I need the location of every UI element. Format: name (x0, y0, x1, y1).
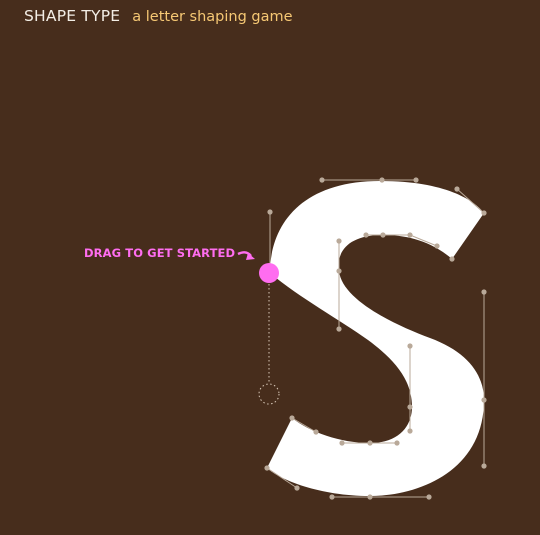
letter-canvas[interactable] (0, 0, 540, 535)
drag-target-outline (258, 383, 280, 405)
control-point[interactable] (449, 256, 455, 262)
control-point[interactable] (434, 243, 440, 249)
control-point[interactable] (336, 326, 342, 332)
control-point[interactable] (413, 177, 419, 183)
control-point[interactable] (367, 494, 373, 500)
control-point[interactable] (367, 440, 373, 446)
letter-s-shape (267, 181, 484, 496)
control-point[interactable] (264, 465, 270, 471)
control-point[interactable] (407, 343, 413, 349)
control-point[interactable] (407, 404, 413, 410)
control-point[interactable] (407, 232, 413, 238)
control-point[interactable] (313, 429, 319, 435)
control-point[interactable] (339, 440, 345, 446)
control-point[interactable] (426, 494, 432, 500)
control-point[interactable] (481, 463, 487, 469)
drag-hint-text: DRAG TO GET STARTED (84, 246, 236, 260)
active-drag-handle[interactable] (259, 263, 279, 283)
control-point[interactable] (454, 186, 460, 192)
control-point[interactable] (329, 494, 335, 500)
control-point[interactable] (379, 177, 385, 183)
control-point[interactable] (336, 268, 342, 274)
control-point[interactable] (481, 397, 487, 403)
control-point[interactable] (267, 209, 273, 215)
control-point[interactable] (336, 238, 342, 244)
control-point[interactable] (319, 177, 325, 183)
control-point[interactable] (380, 232, 386, 238)
curved-arrow-icon (237, 251, 255, 260)
control-point[interactable] (407, 428, 413, 434)
control-point[interactable] (289, 415, 295, 421)
control-point[interactable] (363, 232, 369, 238)
control-point[interactable] (294, 485, 300, 491)
control-point[interactable] (481, 289, 487, 295)
control-point[interactable] (394, 440, 400, 446)
control-point[interactable] (481, 210, 487, 216)
